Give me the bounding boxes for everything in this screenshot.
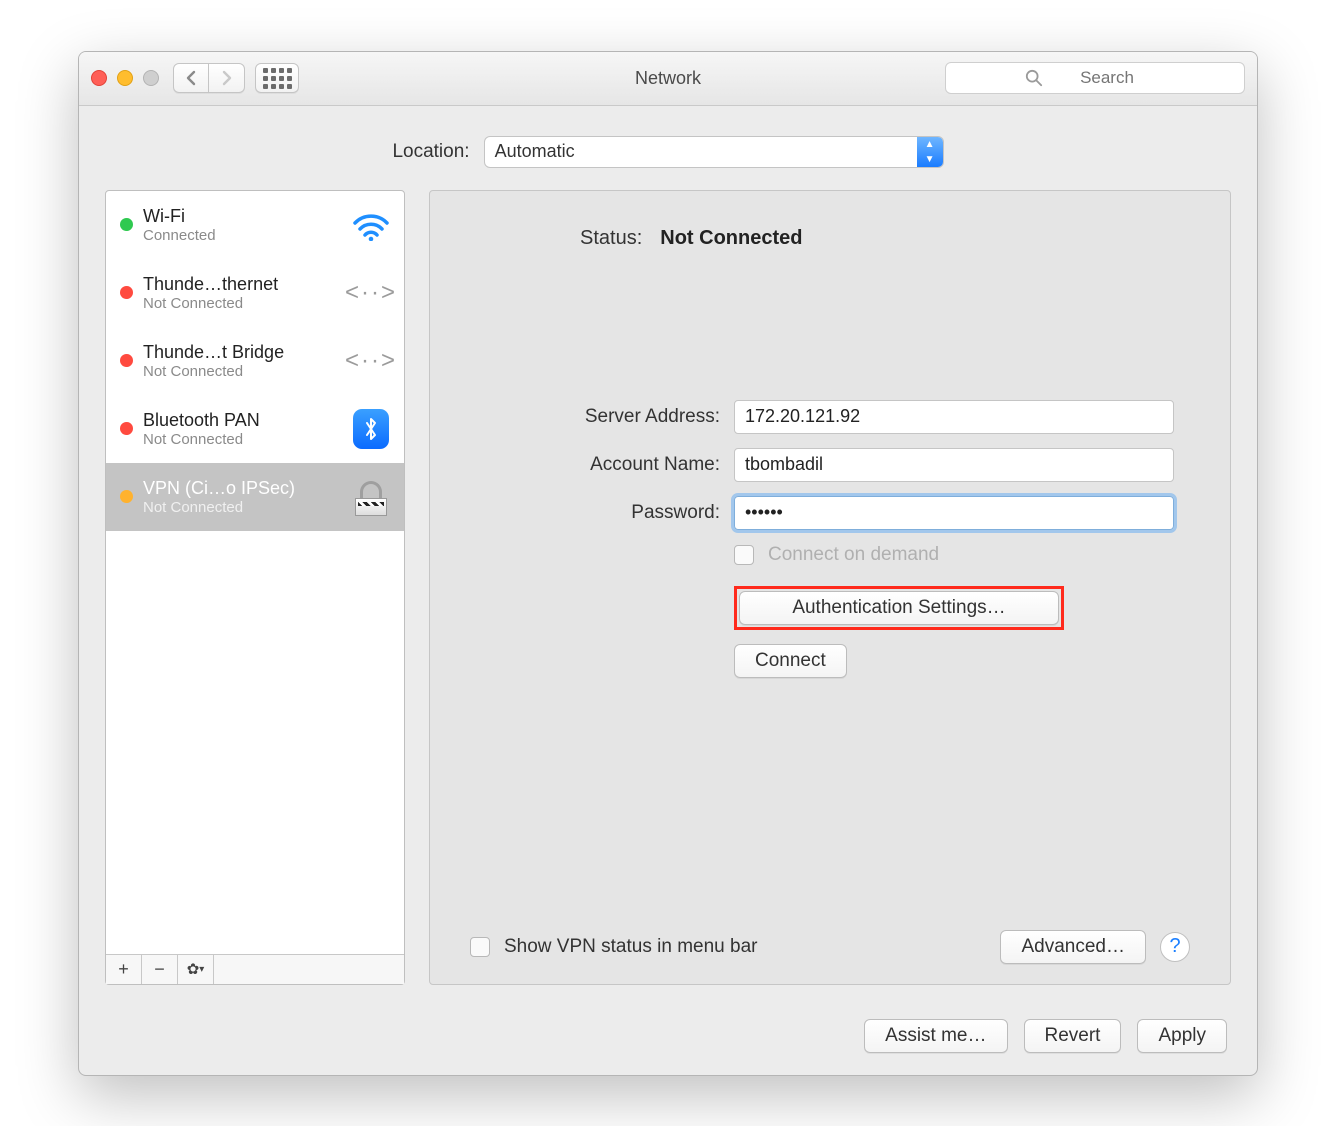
status-dot-icon xyxy=(120,490,133,503)
add-service-button[interactable]: + xyxy=(106,955,142,984)
status-dot-icon xyxy=(120,354,133,367)
connect-on-demand-label: Connect on demand xyxy=(768,544,939,566)
service-status: Connected xyxy=(143,227,338,244)
minimize-window-button[interactable] xyxy=(117,70,133,86)
advanced-button[interactable]: Advanced… xyxy=(1000,930,1146,964)
service-status: Not Connected xyxy=(143,499,338,516)
service-sidebar: Wi-Fi Connected Thunde…thernet Not Conne… xyxy=(105,190,405,985)
server-address-input[interactable] xyxy=(734,400,1174,434)
service-name: VPN (Ci…o IPSec) xyxy=(143,478,338,499)
forward-button[interactable] xyxy=(209,63,245,93)
status-row: Status: Not Connected xyxy=(580,227,1190,250)
location-dropdown[interactable]: Automatic ▲▼ xyxy=(484,136,944,168)
auth-settings-highlight: Authentication Settings… xyxy=(734,586,1064,630)
sidebar-toolbar: + − ✿▾ xyxy=(106,954,404,984)
body-area: Wi-Fi Connected Thunde…thernet Not Conne… xyxy=(79,190,1257,1003)
show-vpn-status-label: Show VPN status in menu bar xyxy=(504,936,757,958)
service-name: Wi-Fi xyxy=(143,206,338,227)
close-window-button[interactable] xyxy=(91,70,107,86)
wifi-icon xyxy=(348,207,394,243)
password-label: Password: xyxy=(490,502,720,524)
network-prefs-window: Network Location: Automatic ▲▼ xyxy=(78,51,1258,1076)
connect-on-demand-checkbox[interactable] xyxy=(734,545,754,565)
service-status: Not Connected xyxy=(143,431,338,448)
service-vpn[interactable]: VPN (Ci…o IPSec) Not Connected xyxy=(106,463,404,531)
help-button[interactable]: ? xyxy=(1160,932,1190,962)
traffic-lights xyxy=(91,70,159,86)
account-name-label: Account Name: xyxy=(490,454,720,476)
ethernet-icon: <··> xyxy=(348,343,394,379)
service-bluetooth-pan[interactable]: Bluetooth PAN Not Connected xyxy=(106,395,404,463)
search-input[interactable] xyxy=(945,62,1245,94)
location-value: Automatic xyxy=(495,141,575,162)
vpn-lock-icon xyxy=(348,479,394,515)
server-address-label: Server Address: xyxy=(490,406,720,428)
chevron-right-icon xyxy=(221,70,233,86)
apply-button[interactable]: Apply xyxy=(1137,1019,1227,1053)
service-name: Thunde…thernet xyxy=(143,274,338,295)
location-row: Location: Automatic ▲▼ xyxy=(79,106,1257,190)
show-vpn-status-checkbox[interactable] xyxy=(470,937,490,957)
remove-service-button[interactable]: − xyxy=(142,955,178,984)
service-thunderbolt-ethernet[interactable]: Thunde…thernet Not Connected <··> xyxy=(106,259,404,327)
authentication-settings-button[interactable]: Authentication Settings… xyxy=(739,591,1059,625)
assist-me-button[interactable]: Assist me… xyxy=(864,1019,1007,1053)
service-name: Bluetooth PAN xyxy=(143,410,338,431)
grid-icon xyxy=(263,68,292,89)
revert-button[interactable]: Revert xyxy=(1024,1019,1122,1053)
service-name: Thunde…t Bridge xyxy=(143,342,338,363)
service-status: Not Connected xyxy=(143,295,338,312)
location-label: Location: xyxy=(392,141,469,163)
service-thunderbolt-bridge[interactable]: Thunde…t Bridge Not Connected <··> xyxy=(106,327,404,395)
status-value: Not Connected xyxy=(660,227,802,250)
connect-button[interactable]: Connect xyxy=(734,644,847,678)
ethernet-icon: <··> xyxy=(348,275,394,311)
account-name-input[interactable] xyxy=(734,448,1174,482)
nav-back-forward xyxy=(173,63,245,93)
main-pane: Status: Not Connected Server Address: Ac… xyxy=(429,190,1231,985)
main-bottom-row: Show VPN status in menu bar Advanced… ? xyxy=(470,930,1190,964)
service-list: Wi-Fi Connected Thunde…thernet Not Conne… xyxy=(106,191,404,954)
zoom-window-button[interactable] xyxy=(143,70,159,86)
chevron-left-icon xyxy=(185,70,197,86)
service-status: Not Connected xyxy=(143,363,338,380)
service-actions-button[interactable]: ✿▾ xyxy=(178,955,214,984)
back-button[interactable] xyxy=(173,63,209,93)
status-dot-icon xyxy=(120,218,133,231)
vpn-form: Server Address: Account Name: Password: … xyxy=(490,400,1190,678)
status-dot-icon xyxy=(120,422,133,435)
sidebar-toolbar-spacer xyxy=(214,955,404,984)
status-dot-icon xyxy=(120,286,133,299)
password-input[interactable] xyxy=(734,496,1174,530)
bluetooth-icon xyxy=(348,411,394,447)
service-wifi[interactable]: Wi-Fi Connected xyxy=(106,191,404,259)
titlebar: Network xyxy=(79,52,1257,106)
dropdown-stepper-icon: ▲▼ xyxy=(917,137,943,167)
status-label: Status: xyxy=(580,227,642,250)
footer: Assist me… Revert Apply xyxy=(79,1003,1257,1075)
show-all-button[interactable] xyxy=(255,63,299,93)
